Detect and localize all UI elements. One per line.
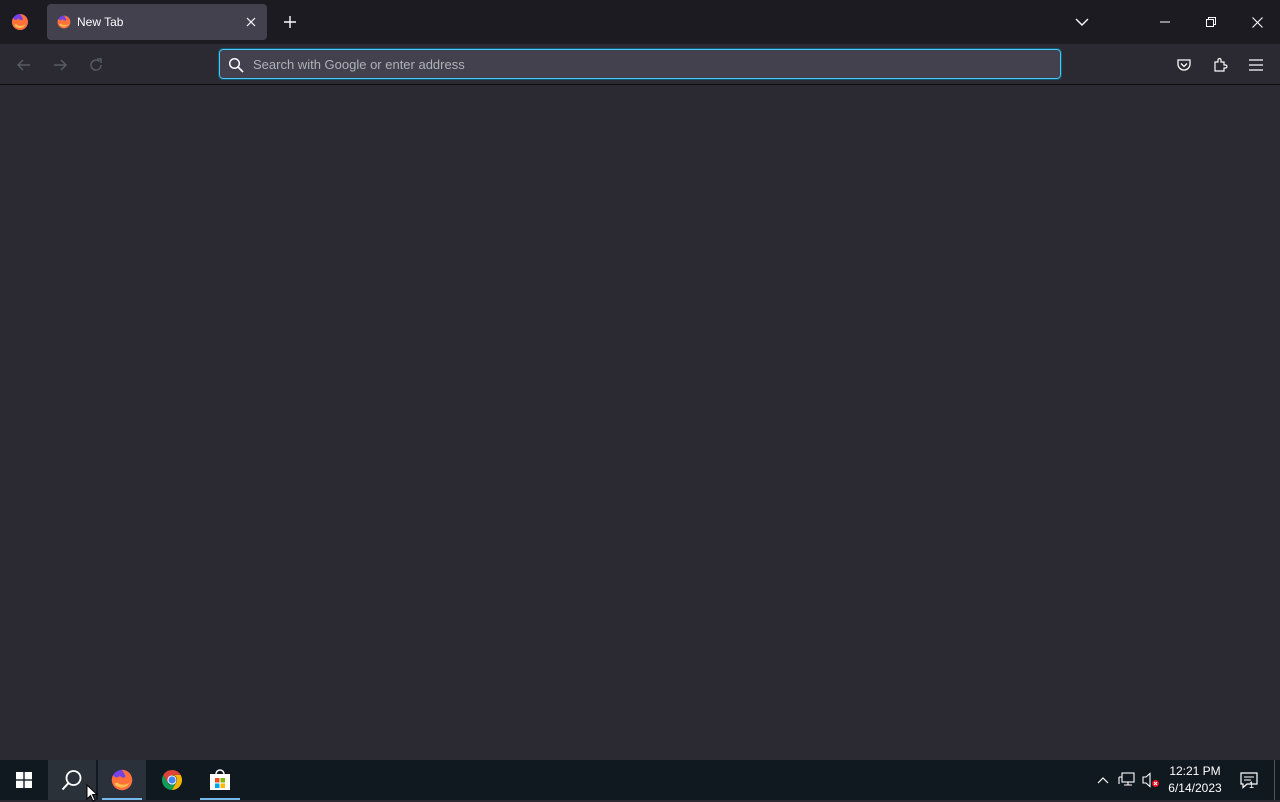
action-center-button[interactable]: 1 — [1232, 760, 1266, 800]
tab-new-tab[interactable]: New Tab — [47, 4, 267, 40]
minimize-icon — [1160, 21, 1170, 23]
windows-start-icon — [16, 772, 32, 788]
tab-close-button[interactable] — [241, 12, 261, 32]
firefox-icon — [57, 15, 71, 29]
network-tray-button[interactable] — [1116, 760, 1138, 800]
show-hidden-icons-button[interactable] — [1092, 760, 1114, 800]
app-menu-button[interactable] — [1243, 52, 1269, 78]
list-all-tabs-button[interactable] — [1071, 11, 1093, 33]
close-icon — [1251, 16, 1263, 28]
start-button[interactable] — [0, 760, 48, 800]
address-bar[interactable] — [218, 48, 1062, 80]
page-content — [0, 86, 1280, 760]
close-window-button[interactable] — [1234, 0, 1280, 44]
menu-icon — [1249, 59, 1263, 71]
pocket-button[interactable] — [1171, 52, 1197, 78]
windows-taskbar: 12:21 PM 6/14/2023 1 — [0, 760, 1280, 800]
extensions-button[interactable] — [1207, 52, 1233, 78]
show-desktop-button[interactable] — [1274, 760, 1280, 800]
chevron-up-icon — [1097, 777, 1109, 784]
extensions-icon — [1214, 57, 1228, 72]
mouse-cursor-icon — [86, 784, 98, 802]
search-icon — [61, 770, 82, 791]
forward-arrow-icon — [54, 59, 67, 71]
plus-icon — [284, 16, 296, 28]
firefox-icon — [111, 769, 133, 791]
volume-muted-icon — [1142, 772, 1159, 788]
chrome-icon — [162, 770, 182, 790]
pocket-icon — [1177, 59, 1191, 71]
taskbar-microsoft-store[interactable] — [196, 760, 244, 800]
minimize-button[interactable] — [1142, 0, 1188, 44]
new-tab-button[interactable] — [279, 11, 301, 33]
back-arrow-icon — [17, 59, 30, 71]
chevron-down-icon — [1075, 18, 1089, 26]
search-icon — [228, 57, 244, 73]
restore-icon — [1206, 17, 1216, 27]
reload-button[interactable] — [83, 52, 109, 78]
address-input[interactable] — [251, 53, 1041, 75]
taskbar-clock[interactable]: 12:21 PM 6/14/2023 — [1164, 763, 1226, 797]
taskbar-firefox[interactable] — [98, 760, 146, 800]
network-icon — [1118, 772, 1135, 786]
close-icon — [246, 17, 256, 27]
notification-count: 1 — [1249, 780, 1255, 790]
tab-title: New Tab — [77, 15, 124, 29]
navigation-toolbar — [0, 44, 1280, 85]
clock-date: 6/14/2023 — [1168, 781, 1222, 795]
restore-button[interactable] — [1188, 0, 1234, 44]
reload-icon — [90, 58, 102, 71]
firefox-icon[interactable] — [10, 12, 30, 32]
volume-tray-button[interactable] — [1140, 760, 1162, 800]
microsoft-store-icon — [210, 769, 230, 790]
taskbar-chrome[interactable] — [148, 760, 196, 800]
forward-button[interactable] — [47, 52, 73, 78]
tab-bar: New Tab — [0, 0, 1280, 44]
clock-time: 12:21 PM — [1169, 764, 1221, 778]
back-button[interactable] — [11, 52, 37, 78]
